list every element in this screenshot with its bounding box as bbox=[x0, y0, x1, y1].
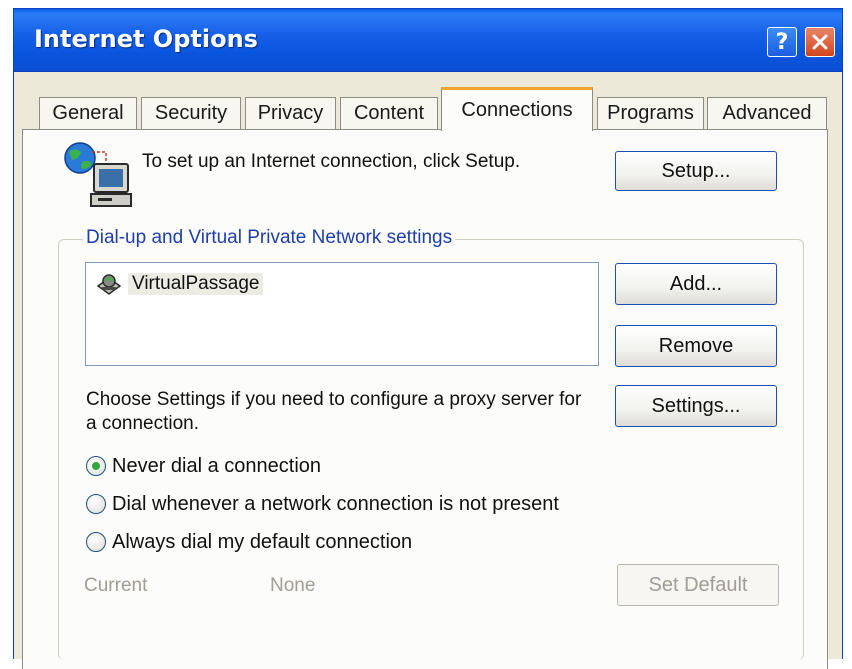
add-button[interactable]: Add... bbox=[615, 263, 777, 305]
settings-button[interactable]: Settings... bbox=[615, 385, 777, 427]
radio-label: Never dial a connection bbox=[112, 454, 322, 477]
remove-button[interactable]: Remove bbox=[615, 325, 777, 367]
tab-label: Security bbox=[154, 102, 228, 124]
tab-security[interactable]: Security bbox=[141, 97, 241, 129]
radio-dial-when-not-present[interactable]: Dial whenever a network connection is no… bbox=[86, 491, 559, 517]
vpn-connection-icon bbox=[96, 274, 122, 295]
current-value: None bbox=[270, 575, 316, 596]
proxy-instructions: Choose Settings if you need to configure… bbox=[86, 389, 582, 434]
tab-label: Advanced bbox=[722, 102, 812, 124]
tab-label: Privacy bbox=[257, 102, 324, 124]
network-computer-icon bbox=[64, 142, 132, 207]
tab-advanced[interactable]: Advanced bbox=[707, 97, 827, 129]
tab-general[interactable]: General bbox=[39, 97, 137, 129]
tab-label: General bbox=[52, 102, 124, 124]
setup-instructions: To set up an Internet connection, click … bbox=[142, 151, 521, 172]
help-button[interactable]: ? bbox=[767, 27, 797, 57]
dialup-vpn-legend: Dial-up and Virtual Private Network sett… bbox=[83, 227, 456, 249]
current-label: Current bbox=[84, 575, 148, 596]
tab-label: Connections bbox=[461, 99, 573, 121]
radio-button[interactable] bbox=[86, 532, 106, 552]
radio-selected-dot bbox=[92, 462, 100, 470]
radio-button[interactable] bbox=[86, 494, 106, 514]
radio-label: Always dial my default connection bbox=[112, 530, 413, 553]
title-bar[interactable]: Internet Options ? bbox=[14, 9, 842, 72]
set-default-button[interactable]: Set Default bbox=[617, 564, 779, 606]
tab-privacy[interactable]: Privacy bbox=[245, 97, 336, 129]
help-icon: ? bbox=[775, 29, 789, 55]
connections-listbox[interactable]: VirtualPassage bbox=[85, 262, 599, 366]
tab-strip: General Security Privacy Content Connect… bbox=[14, 71, 842, 131]
tab-programs[interactable]: Programs bbox=[597, 97, 704, 129]
setup-button[interactable]: Setup... bbox=[615, 151, 777, 191]
radio-label: Dial whenever a network connection is no… bbox=[112, 492, 559, 515]
tab-content[interactable]: Content bbox=[340, 97, 438, 129]
tab-label: Programs bbox=[607, 102, 694, 124]
close-icon bbox=[812, 34, 828, 50]
tab-connections[interactable]: Connections bbox=[441, 87, 593, 131]
tab-label: Content bbox=[353, 102, 425, 124]
radio-never-dial[interactable]: Never dial a connection bbox=[86, 453, 321, 479]
window-title: Internet Options bbox=[34, 25, 258, 53]
close-button[interactable] bbox=[805, 27, 835, 57]
connection-name: VirtualPassage bbox=[128, 273, 264, 295]
list-item[interactable]: VirtualPassage bbox=[96, 271, 264, 297]
radio-button[interactable] bbox=[86, 456, 106, 476]
radio-always-dial-default[interactable]: Always dial my default connection bbox=[86, 529, 412, 555]
